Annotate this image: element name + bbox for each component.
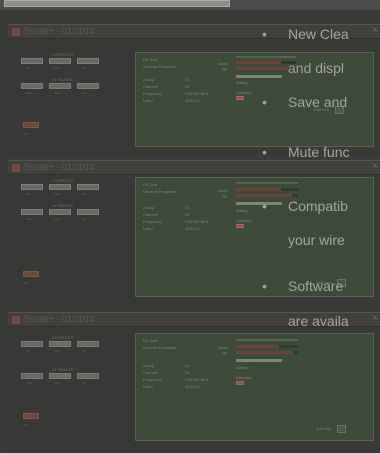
bullet-text-line: New Clea <box>288 26 349 42</box>
bullet-text-line: Save and <box>288 94 348 110</box>
bullet-text-line: Compatib <box>288 198 348 214</box>
bullet-icon: • <box>262 278 267 294</box>
bullet-text-line: are availa <box>288 313 349 329</box>
bullet-icon: • <box>262 26 267 42</box>
bullet-text-line: Software <box>288 278 344 294</box>
bullet-icon: • <box>262 94 267 110</box>
bullet-icon: • <box>262 198 267 214</box>
bullet-text-line: Mute func <box>288 144 350 160</box>
bullet-text-line: your wire <box>288 232 345 248</box>
feature-bullet-list: • New Clea and displ • Save and • Mute f… <box>0 0 380 453</box>
bullet-text-line: and displ <box>288 60 345 76</box>
bullet-icon: • <box>262 144 267 160</box>
